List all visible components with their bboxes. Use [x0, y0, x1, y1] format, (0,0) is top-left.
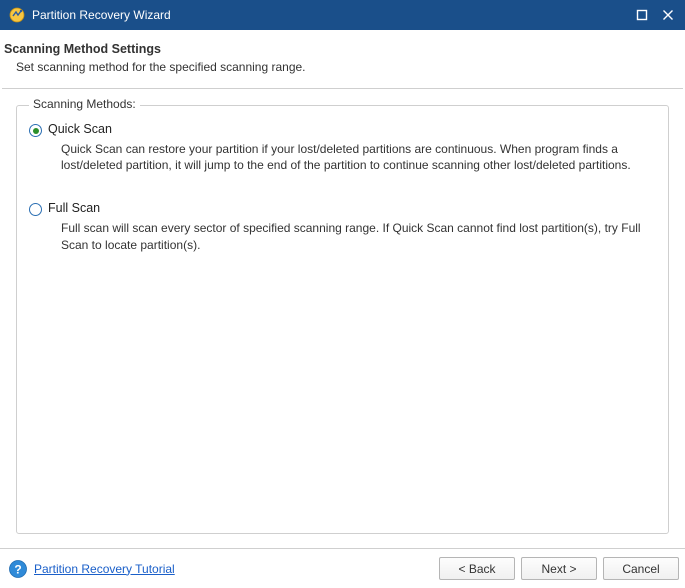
help-icon: ? — [8, 559, 28, 579]
scanning-methods-group: Scanning Methods: Quick Scan Quick Scan … — [16, 105, 669, 534]
quick-scan-radio[interactable] — [29, 124, 42, 137]
full-scan-option[interactable]: Full Scan — [27, 199, 650, 216]
quick-scan-label: Quick Scan — [48, 122, 112, 136]
group-legend: Scanning Methods: — [29, 97, 140, 111]
app-icon — [8, 6, 26, 24]
wizard-header: Scanning Method Settings Set scanning me… — [0, 30, 685, 84]
page-subtitle: Set scanning method for the specified sc… — [4, 56, 681, 74]
next-button[interactable]: Next > — [521, 557, 597, 580]
quick-scan-option[interactable]: Quick Scan — [27, 120, 650, 137]
window-title: Partition Recovery Wizard — [32, 8, 635, 22]
titlebar: Partition Recovery Wizard — [0, 0, 685, 30]
back-button[interactable]: < Back — [439, 557, 515, 580]
svg-text:?: ? — [14, 562, 21, 576]
page-title: Scanning Method Settings — [4, 42, 681, 56]
wizard-footer: ? Partition Recovery Tutorial < Back Nex… — [0, 548, 685, 588]
full-scan-radio[interactable] — [29, 203, 42, 216]
maximize-button[interactable] — [635, 8, 649, 22]
help-link[interactable]: Partition Recovery Tutorial — [34, 562, 175, 576]
full-scan-label: Full Scan — [48, 201, 100, 215]
window-controls — [635, 8, 679, 22]
content-area: Scanning Methods: Quick Scan Quick Scan … — [0, 89, 685, 534]
cancel-button[interactable]: Cancel — [603, 557, 679, 580]
footer-buttons: < Back Next > Cancel — [439, 557, 679, 580]
full-scan-description: Full scan will scan every sector of spec… — [27, 216, 650, 268]
quick-scan-description: Quick Scan can restore your partition if… — [27, 137, 650, 189]
close-button[interactable] — [661, 8, 675, 22]
